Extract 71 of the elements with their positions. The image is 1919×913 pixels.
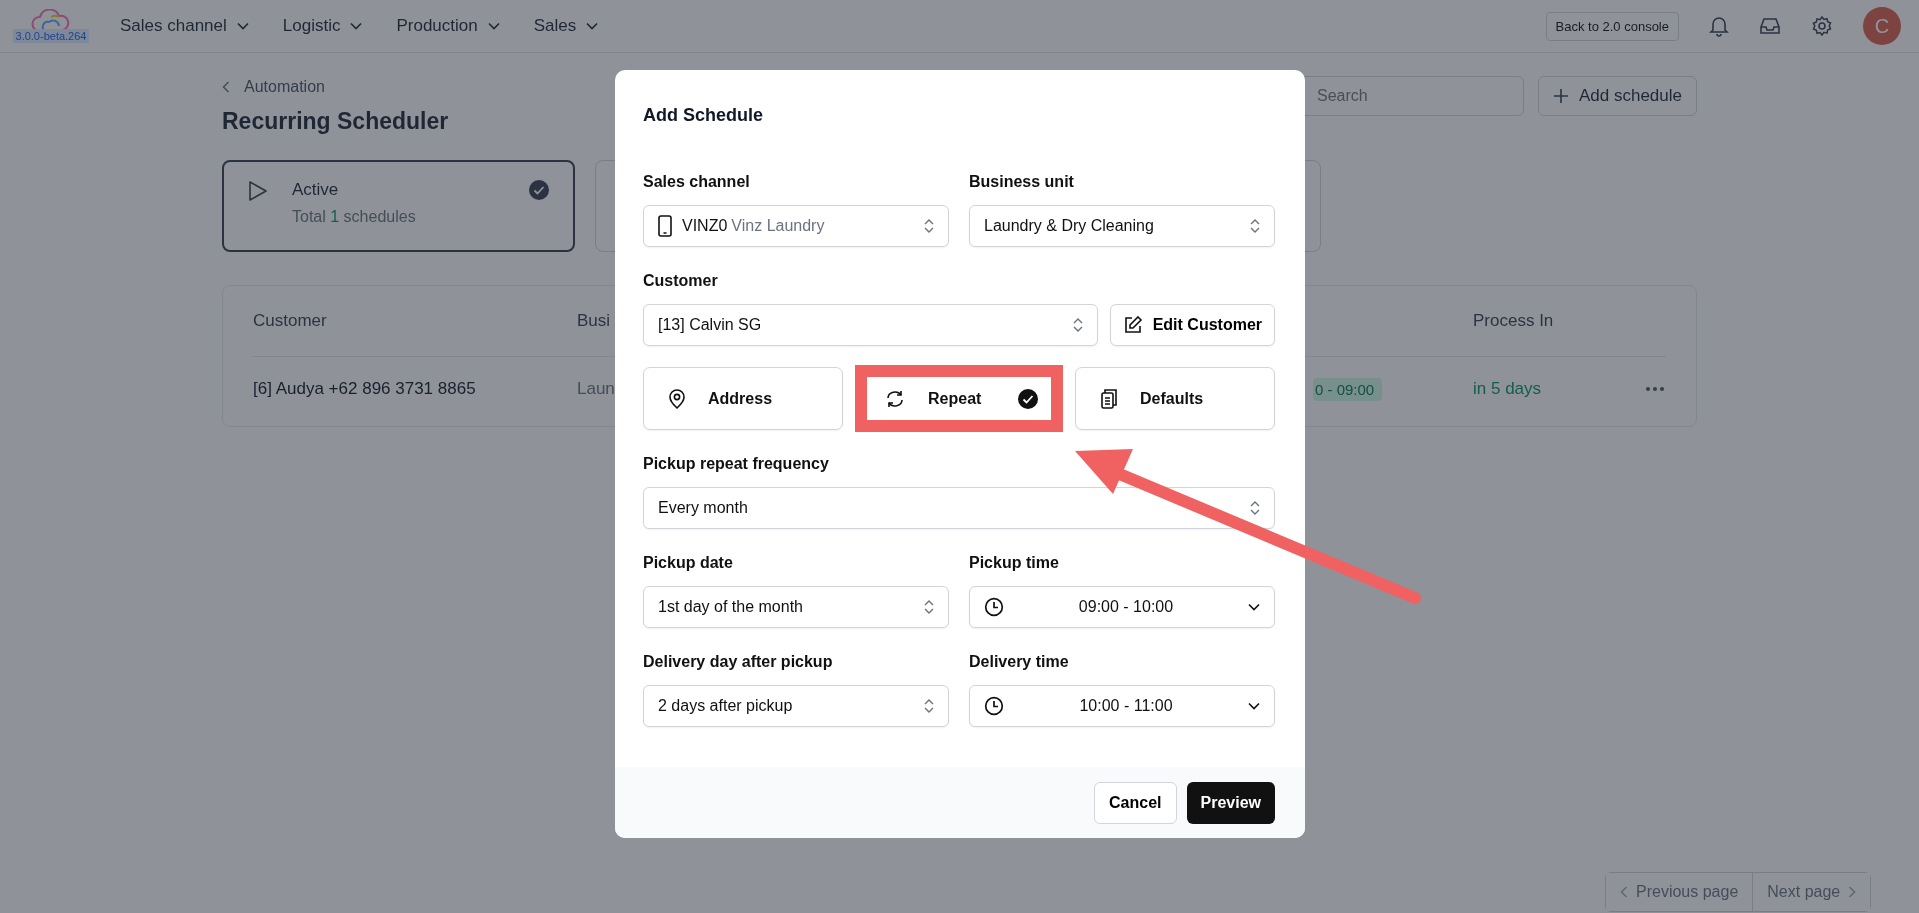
console-button[interactable]: Back to 2.0 console (1545, 11, 1679, 41)
chevron-left-icon (1620, 886, 1628, 898)
dialog-title: Add Schedule (643, 105, 764, 126)
updown-chevron-icon (924, 698, 934, 714)
field-label: Pickup repeat frequency (643, 454, 830, 474)
clipboard-icon (1100, 387, 1118, 410)
select-field[interactable]: [13] Calvin SG (643, 304, 1098, 346)
chevron-down-icon (487, 22, 500, 30)
select-field[interactable]: 1st day of the month (643, 586, 949, 628)
status-label: Active (292, 180, 340, 200)
status-card[interactable]: Active Total 1 schedules (222, 160, 575, 252)
settings-icon[interactable] (1811, 15, 1833, 37)
breadcrumb-link[interactable]: Automation (244, 78, 325, 96)
section-tab[interactable]: Address (643, 367, 843, 430)
nav-menu[interactable]: Production (396, 16, 500, 36)
chevron-right-icon (1848, 886, 1857, 898)
table-cell: [6] Audya +62 896 3731 8865 (253, 379, 476, 399)
check-circle-icon (1018, 388, 1038, 409)
table-cell: in 5 days (1473, 379, 1542, 399)
edit-customer-button[interactable]: Edit Customer (1109, 304, 1275, 346)
page-title: Recurring Scheduler (222, 108, 449, 135)
field-label: Delivery day after pickup (643, 652, 834, 672)
table-cell: Laun (577, 379, 615, 399)
plus-icon (1552, 88, 1569, 104)
select-field[interactable]: VINZ0 Vinz Laundry (643, 205, 949, 247)
select-field[interactable]: Every month (643, 487, 1275, 529)
time-select[interactable]: 10:00 - 11:00 (969, 685, 1275, 727)
chevron-down-icon (1248, 603, 1260, 611)
preview-button[interactable]: Preview (1186, 781, 1275, 824)
phone-icon (658, 215, 672, 237)
column-header: Customer (253, 311, 327, 331)
add-schedule-button[interactable]: Add schedule (1537, 76, 1697, 116)
column-header: Process In (1473, 311, 1554, 331)
updown-chevron-icon (924, 218, 934, 234)
chevron-down-icon (1248, 702, 1260, 710)
play-icon (248, 180, 268, 202)
nav-menu[interactable]: Sales channel (120, 16, 249, 36)
nav-menu[interactable]: Sales (533, 16, 599, 36)
repeat-icon (884, 389, 906, 408)
time-tag: 0 - 09:00 (1313, 377, 1383, 401)
cancel-button[interactable]: Cancel (1094, 781, 1177, 824)
time-select[interactable]: 09:00 - 10:00 (969, 586, 1275, 628)
pencil-icon (1122, 315, 1143, 335)
select-field[interactable]: Laundry & Dry Cleaning (969, 205, 1275, 247)
clock-icon (984, 696, 1004, 716)
version-badge: 3.0.0-beta.264 (12, 29, 90, 43)
updown-chevron-icon (1250, 218, 1260, 234)
location-pin-icon (668, 388, 686, 409)
status-total: Total 1 schedules (292, 208, 417, 226)
field-label: Sales channel (643, 172, 751, 192)
more-icon[interactable] (1645, 386, 1665, 392)
back-chevron-icon[interactable] (222, 81, 230, 93)
select-field[interactable]: 2 days after pickup (643, 685, 949, 727)
column-header: Busi (577, 311, 611, 331)
chevron-down-icon (236, 22, 249, 30)
section-tab[interactable]: Defaults (1075, 367, 1275, 430)
updown-chevron-icon (924, 599, 934, 615)
inbox-icon[interactable] (1759, 16, 1781, 36)
updown-chevron-icon (1250, 500, 1260, 516)
updown-chevron-icon (1072, 317, 1083, 333)
bell-icon[interactable] (1709, 15, 1729, 37)
field-label: Customer (643, 271, 719, 291)
field-label: Delivery time (969, 652, 1070, 672)
chevron-down-icon (586, 22, 599, 30)
field-label: Pickup date (643, 553, 734, 573)
field-label: Pickup time (969, 553, 1060, 573)
check-circle-icon (529, 180, 549, 200)
clock-icon (984, 597, 1004, 617)
field-label: Business unit (969, 172, 1075, 192)
chevron-down-icon (350, 22, 363, 30)
nav-menu[interactable]: Logistic (282, 16, 363, 36)
